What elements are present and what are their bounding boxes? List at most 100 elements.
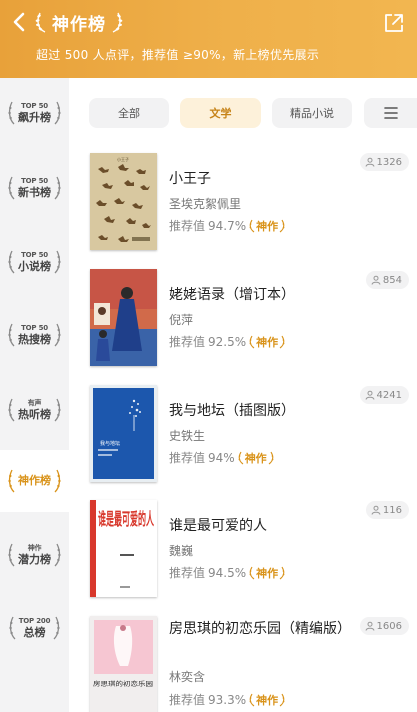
book-item[interactable]: 房思琪的初恋乐园 房思琪的初恋乐园（精编版） 林奕含 推荐值 93.3% 神作 …: [69, 616, 417, 712]
recommend-label: 推荐值: [169, 451, 206, 465]
laurel-left-icon: [35, 12, 46, 33]
reader-count: 1606: [359, 617, 409, 635]
reader-count-value: 4241: [376, 389, 402, 401]
laurel-right-icon: [112, 12, 123, 33]
back-icon[interactable]: [8, 10, 32, 34]
sidebar-item-hot-search[interactable]: TOP 50 热搜榜: [0, 304, 69, 366]
sidebar-item-surge[interactable]: TOP 50 飙升榜: [0, 82, 69, 144]
menu-icon[interactable]: [384, 106, 398, 120]
recommend-value: 94.7%: [208, 218, 247, 233]
sidebar-item-new-books[interactable]: TOP 50 新书榜: [0, 157, 69, 219]
laurel-left-icon: [9, 616, 16, 640]
book-cover[interactable]: 小王子: [90, 153, 157, 250]
masterpiece-badge: 神作: [249, 692, 285, 708]
laurel-right-icon: [54, 176, 61, 200]
book-item[interactable]: 小王子 小王子 圣埃克絮佩里 推荐值 94.7% 神作 1326: [69, 153, 417, 268]
book-title: 姥姥语录（增订本）: [169, 287, 295, 303]
reader-count-value: 1606: [376, 620, 402, 632]
book-title: 我与地坛（插图版）: [169, 403, 295, 419]
laurel-right-icon: [279, 335, 285, 348]
sidebar-item-overall[interactable]: TOP 200 总榜: [0, 597, 69, 659]
page-title: 神作榜: [52, 14, 106, 35]
recommend-value: 94%: [208, 450, 235, 465]
laurel-left-icon: [8, 176, 15, 200]
recommend-label: 推荐值: [169, 335, 206, 349]
sidebar-item-badge: TOP 200: [18, 616, 51, 625]
laurel-left-icon: [8, 398, 15, 422]
tab-fine-fiction[interactable]: 精品小说: [272, 98, 352, 128]
sidebar-item-masterpiece[interactable]: 神作榜: [0, 450, 69, 512]
sidebar-item-badge: TOP 50: [21, 176, 48, 185]
laurel-right-icon: [54, 469, 61, 493]
laurel-right-icon: [54, 250, 61, 274]
cover-art: [90, 269, 157, 366]
book-title: 房思琪的初恋乐园（精编版）: [169, 621, 351, 637]
user-icon: [371, 275, 381, 285]
sidebar-item-badge: TOP 50: [21, 250, 48, 259]
laurel-right-icon: [279, 693, 285, 706]
reader-count: 116: [365, 501, 409, 519]
laurel-left-icon: [249, 219, 255, 232]
sidebar-item-audio[interactable]: 有声 热听榜: [0, 379, 69, 441]
badge-label: 神作: [256, 219, 279, 233]
badge-label: 神作: [244, 451, 267, 465]
sidebar-item-badge: TOP 50: [21, 101, 48, 110]
badge-label: 神作: [256, 566, 279, 580]
book-cover[interactable]: 谁是最可爱的人: [90, 500, 157, 597]
sidebar-item-label: 飙升榜: [18, 110, 51, 124]
share-icon[interactable]: [383, 12, 405, 34]
book-cover[interactable]: 我与地坛: [90, 385, 157, 482]
reader-count-value: 854: [382, 274, 402, 286]
sidebar-item-badge: 神作: [27, 543, 42, 552]
recommend-row: 推荐值 92.5% 神作: [169, 333, 285, 350]
laurel-right-icon: [279, 219, 285, 232]
recommend-label: 推荐值: [169, 219, 206, 233]
book-author: 魏巍: [169, 544, 194, 558]
recommend-row: 推荐值 94.5% 神作: [169, 564, 285, 581]
cover-art: 房思琪的初恋乐园: [90, 616, 157, 712]
laurel-right-icon: [54, 543, 61, 567]
cover-caption: 房思琪的初恋乐园: [93, 680, 153, 688]
reader-count: 854: [365, 271, 409, 289]
user-icon: [365, 157, 375, 167]
tab-literature[interactable]: 文学: [180, 98, 261, 128]
tab-all[interactable]: 全部: [89, 98, 169, 128]
sidebar-item-label: 热搜榜: [18, 332, 51, 346]
laurel-left-icon: [8, 543, 15, 567]
header-subtitle: 超过 500 人点评，推荐值 ≥90%，新上榜优先展示: [36, 48, 320, 62]
book-title: 小王子: [169, 171, 211, 187]
laurel-right-icon: [54, 398, 61, 422]
laurel-left-icon: [8, 250, 15, 274]
title-group: 神作榜: [34, 8, 124, 36]
book-item[interactable]: 谁是最可爱的人 谁是最可爱的人 魏巍 推荐值 94.5% 神作 116: [69, 500, 417, 615]
cover-caption: 谁是最可爱的人: [98, 509, 154, 530]
sidebar-item-label: 新书榜: [18, 185, 51, 199]
ranking-sidebar: TOP 50 飙升榜 TOP 50 新书榜 TOP 50 小说榜 TOP 50 热搜榜 …: [0, 78, 69, 712]
recommend-row: 推荐值 93.3% 神作: [169, 691, 285, 708]
masterpiece-badge: 神作: [249, 565, 285, 581]
masterpiece-badge: 神作: [249, 334, 285, 350]
sidebar-item-potential[interactable]: 神作 潜力榜: [0, 524, 69, 586]
laurel-left-icon: [249, 335, 255, 348]
reader-count: 4241: [359, 386, 409, 404]
recommend-row: 推荐值 94.7% 神作: [169, 217, 285, 234]
laurel-right-icon: [54, 323, 61, 347]
sidebar-item-label: 热听榜: [18, 407, 51, 421]
book-item[interactable]: 我与地坛 我与地坛（插图版） 史铁生 推荐值 94% 神作 4241: [69, 385, 417, 500]
laurel-left-icon: [238, 451, 244, 464]
sidebar-item-fiction[interactable]: TOP 50 小说榜: [0, 231, 69, 293]
laurel-right-icon: [54, 101, 61, 125]
book-cover[interactable]: [90, 269, 157, 366]
cover-art: 小王子: [90, 153, 157, 250]
sidebar-item-label: 小说榜: [18, 259, 51, 273]
book-item[interactable]: 姥姥语录（增订本） 倪萍 推荐值 92.5% 神作 854: [69, 269, 417, 384]
user-icon: [371, 505, 381, 515]
book-cover[interactable]: 房思琪的初恋乐园: [90, 616, 157, 712]
laurel-left-icon: [8, 469, 15, 493]
book-author: 圣埃克絮佩里: [169, 197, 242, 211]
cover-art: 谁是最可爱的人: [90, 500, 157, 597]
laurel-right-icon: [268, 451, 274, 464]
user-icon: [365, 621, 375, 631]
masterpiece-badge: 神作: [238, 450, 274, 466]
cover-caption: 我与地坛: [100, 440, 120, 447]
